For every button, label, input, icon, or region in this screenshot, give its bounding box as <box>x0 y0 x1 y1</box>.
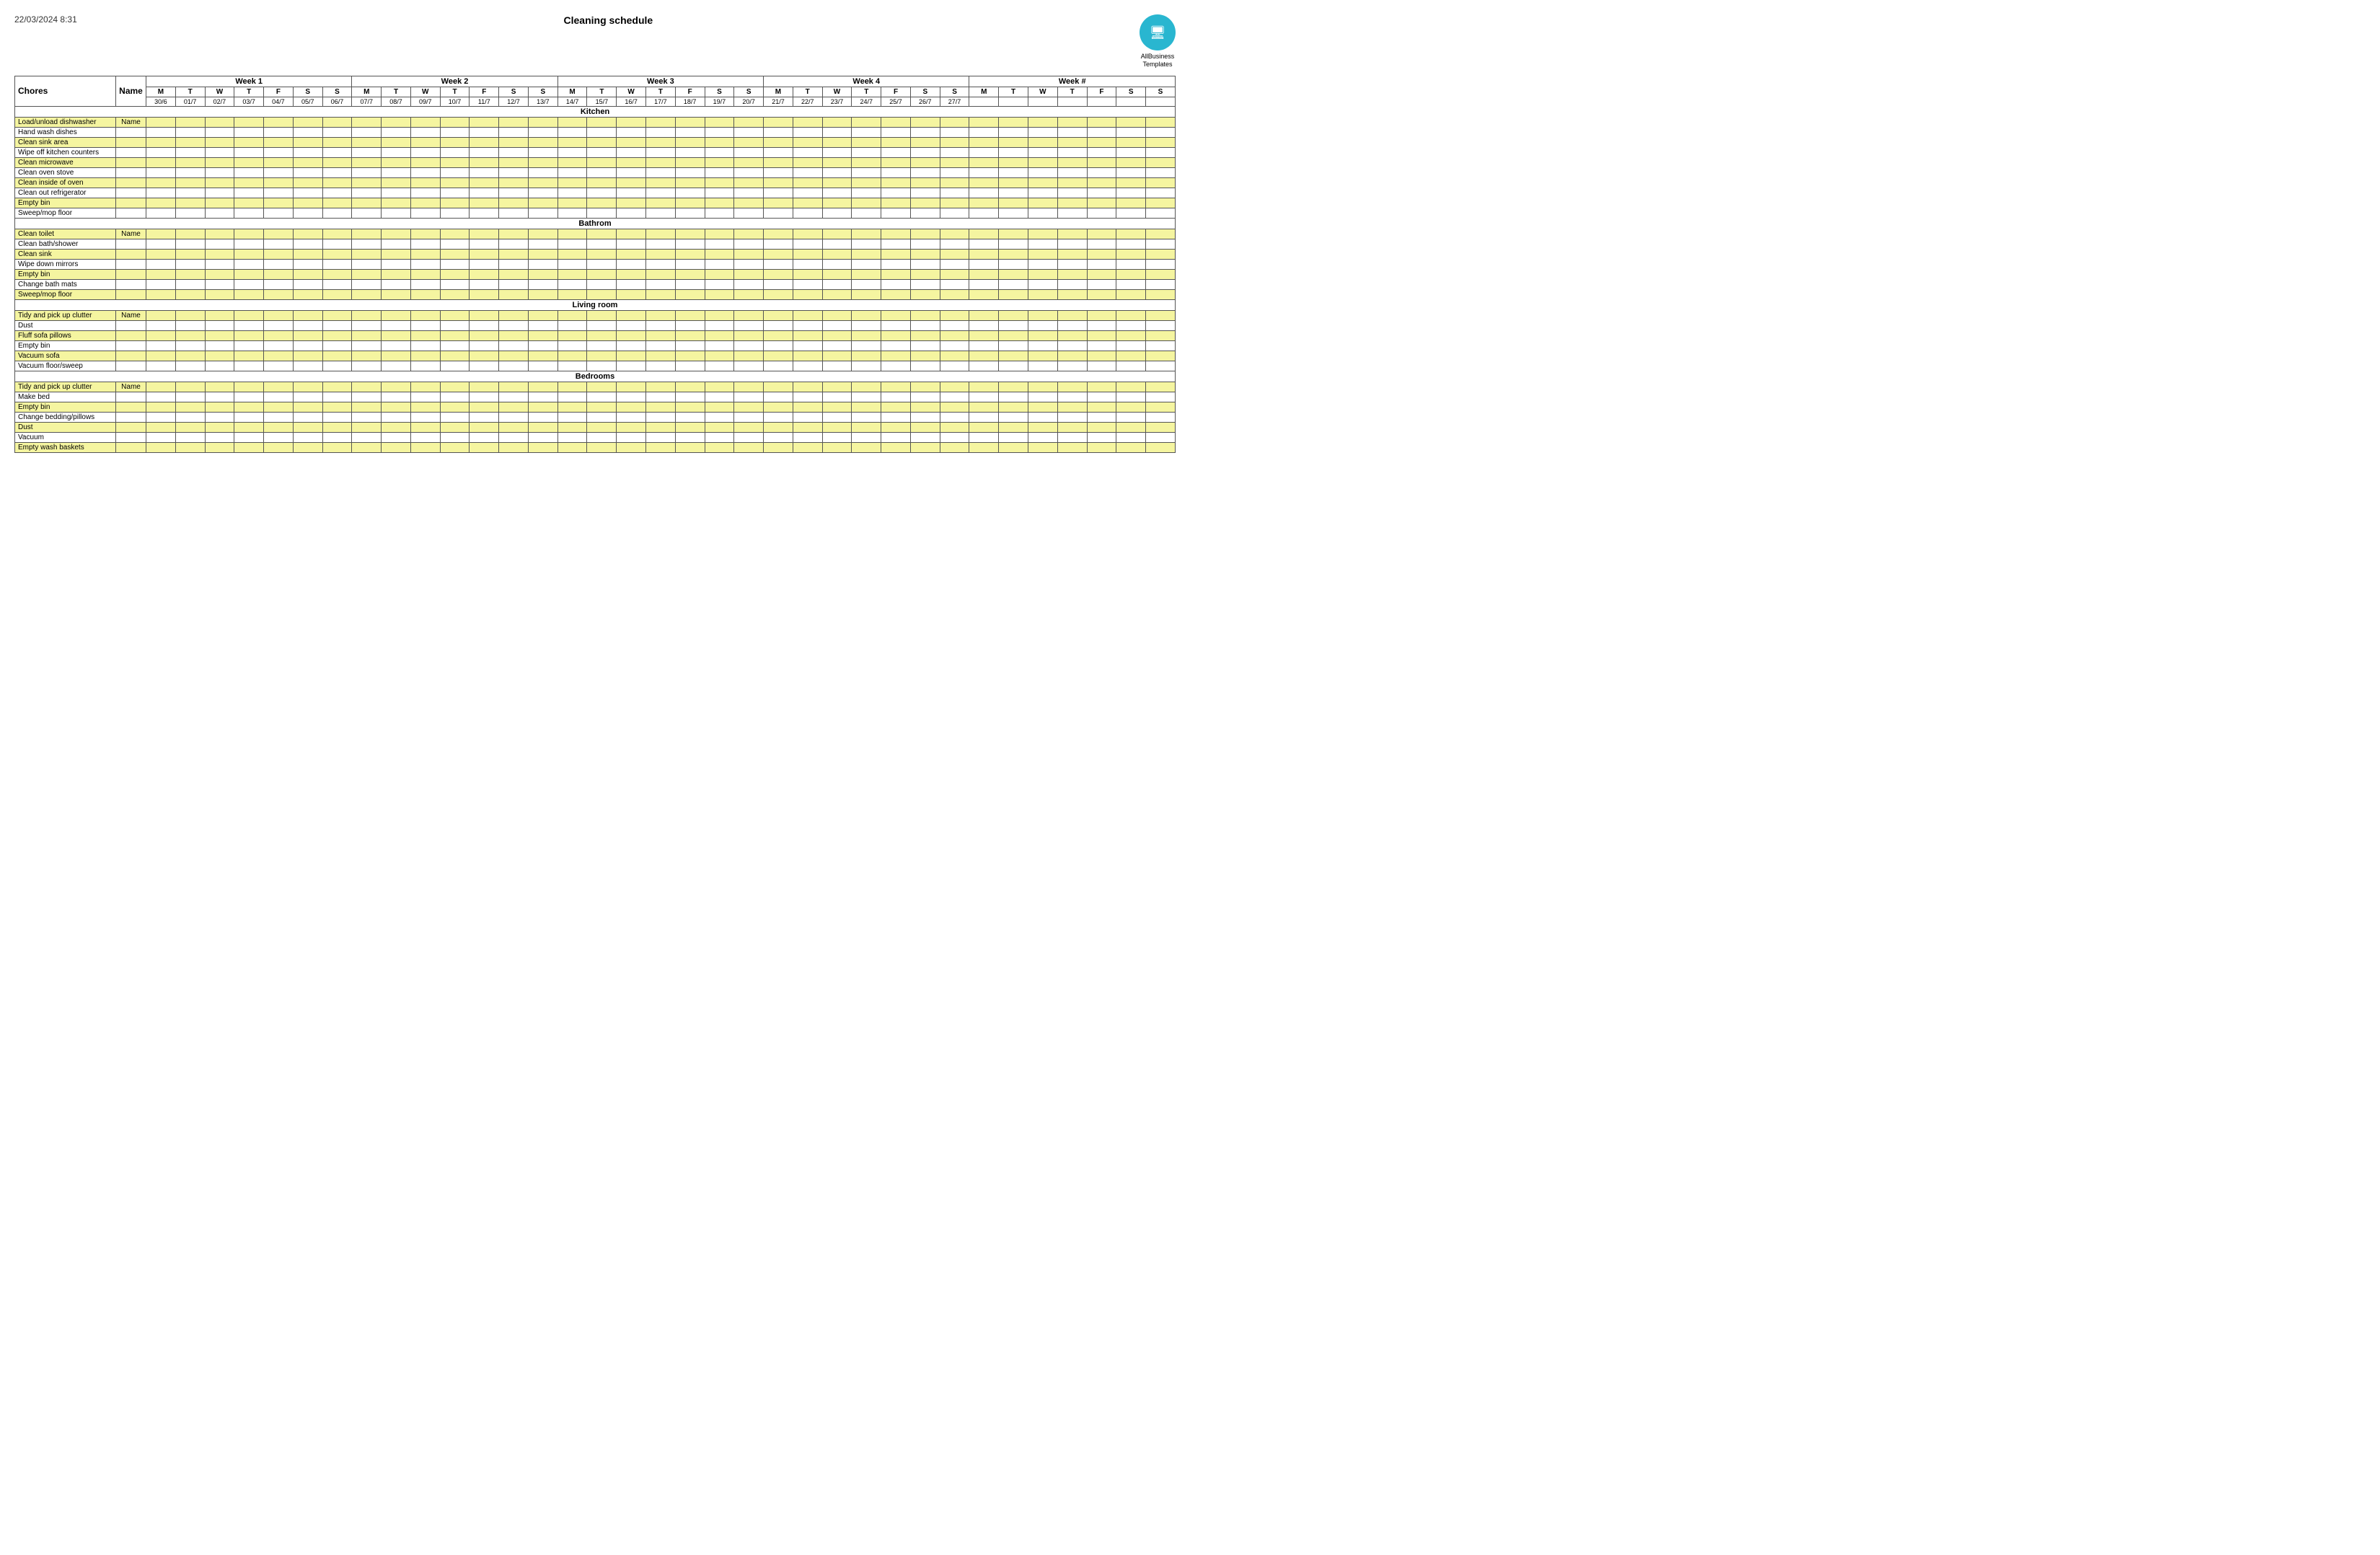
week5-header: Week # <box>969 76 1176 87</box>
section-header-0: Kitchen <box>15 106 1176 117</box>
table-row: Empty bin <box>15 269 1176 279</box>
table-row: Wipe down mirrors <box>15 259 1176 269</box>
table-row: Clean sink <box>15 249 1176 259</box>
week1-header: Week 1 <box>146 76 352 87</box>
day-header-row: M T W T F S S M T W T F S S M T W T F <box>15 87 1176 97</box>
logo-icon: 🖥 <box>1140 14 1176 50</box>
datetime: 22/03/2024 8:31 <box>14 14 77 25</box>
section-header-1: Bathrom <box>15 218 1176 229</box>
table-row: Tidy and pick up clutterName <box>15 382 1176 392</box>
table-row: Empty bin <box>15 340 1176 351</box>
table-row: Sweep/mop floor <box>15 289 1176 299</box>
table-row: Load/unload dishwasherName <box>15 117 1176 127</box>
table-row: Empty bin <box>15 402 1176 412</box>
table-row: Dust <box>15 320 1176 330</box>
table-row: Clean inside of oven <box>15 177 1176 188</box>
header: 22/03/2024 8:31 Cleaning schedule 🖥 AllB… <box>14 14 1176 69</box>
table-row: Clean microwave <box>15 157 1176 167</box>
table-row: Hand wash dishes <box>15 127 1176 137</box>
page-title: Cleaning schedule <box>77 14 1140 26</box>
name-header: Name <box>116 76 146 106</box>
week2-header: Week 2 <box>352 76 557 87</box>
schedule-table: Chores Name Week 1 Week 2 Week 3 Week 4 … <box>14 76 1176 453</box>
table-row: Vacuum <box>15 432 1176 442</box>
table-row: Clean out refrigerator <box>15 188 1176 198</box>
table-row: Clean bath/shower <box>15 239 1176 249</box>
chores-header: Chores <box>15 76 116 106</box>
week-header-row: Chores Name Week 1 Week 2 Week 3 Week 4 … <box>15 76 1176 87</box>
week4-header: Week 4 <box>764 76 969 87</box>
table-row: Sweep/mop floor <box>15 208 1176 218</box>
table-row: Empty bin <box>15 198 1176 208</box>
section-header-2: Living room <box>15 299 1176 310</box>
table-row: Change bedding/pillows <box>15 412 1176 422</box>
table-row: Wipe off kitchen counters <box>15 147 1176 157</box>
week3-header: Week 3 <box>557 76 763 87</box>
logo: 🖥 AllBusinessTemplates <box>1140 14 1176 69</box>
table-row: Fluff sofa pillows <box>15 330 1176 340</box>
table-row: Tidy and pick up clutterName <box>15 310 1176 320</box>
date-header-row: 30/6 01/7 02/7 03/7 04/7 05/7 06/7 07/7 … <box>15 97 1176 106</box>
page: 22/03/2024 8:31 Cleaning schedule 🖥 AllB… <box>0 0 1190 467</box>
section-header-3: Bedrooms <box>15 371 1176 382</box>
table-row: Change bath mats <box>15 279 1176 289</box>
table-row: Empty wash baskets <box>15 442 1176 452</box>
table-row: Clean sink area <box>15 137 1176 147</box>
table-row: Clean toiletName <box>15 229 1176 239</box>
table-row: Clean oven stove <box>15 167 1176 177</box>
table-row: Make bed <box>15 392 1176 402</box>
table-row: Vacuum sofa <box>15 351 1176 361</box>
table-row: Dust <box>15 422 1176 432</box>
table-row: Vacuum floor/sweep <box>15 361 1176 371</box>
logo-text: AllBusinessTemplates <box>1141 53 1175 69</box>
